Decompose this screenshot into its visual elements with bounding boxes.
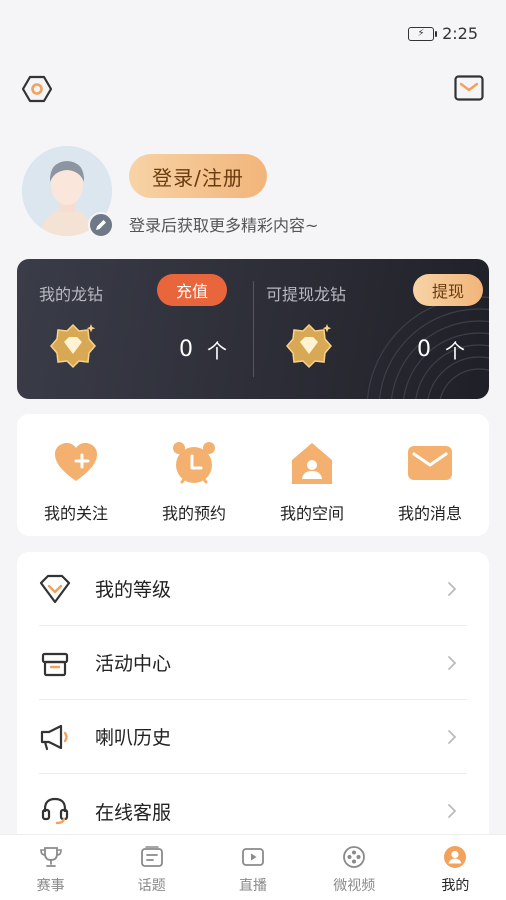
quick-action-messages[interactable]: 我的消息 [371, 414, 489, 536]
battery-icon: ⚡ [408, 26, 438, 41]
message-button[interactable] [454, 74, 484, 102]
bottom-tab-bar: 赛事 话题 直播 微视频 我的 [0, 834, 506, 900]
menu-list: 我的等级 活动中心 喇叭历史 在线客服 [17, 552, 489, 852]
my-diamonds-label: 我的龙钻 [39, 285, 104, 304]
tab-label: 直播 [239, 878, 267, 894]
withdrawable-diamonds-label: 可提现龙钻 [266, 285, 347, 304]
tab-label: 赛事 [36, 878, 65, 894]
menu-item-horn-history[interactable]: 喇叭历史 [39, 700, 467, 774]
tab-label: 话题 [137, 878, 166, 894]
chevron-right-icon [448, 655, 457, 670]
user-profile-icon [444, 846, 467, 868]
login-register-button[interactable]: 登录/注册 [129, 154, 267, 198]
topic-card-icon [140, 846, 163, 867]
my-diamonds-count: 0 [179, 337, 193, 362]
withdrawable-diamonds-value: 0 个 [417, 335, 465, 364]
tab-micro-video[interactable]: 微视频 [304, 835, 405, 900]
withdrawable-diamonds-panel: 可提现龙钻 提现 0 个 [253, 259, 489, 399]
mail-icon [454, 75, 484, 101]
trophy-icon [39, 847, 62, 867]
menu-item-label: 活动中心 [95, 653, 172, 675]
tab-topics[interactable]: 话题 [101, 835, 202, 900]
chevron-right-icon [448, 581, 457, 596]
menu-item-label: 喇叭历史 [95, 727, 172, 749]
envelope-icon [408, 446, 452, 480]
tab-label: 我的 [441, 878, 470, 894]
wallet-card: 我的龙钻 充值 0 个 可提现龙钻 提现 0 个 [17, 259, 489, 399]
chevron-right-icon [448, 729, 457, 744]
my-diamonds-unit: 个 [207, 339, 227, 363]
heart-plus-icon [55, 443, 97, 481]
status-bar: ⚡ 2:25 [408, 24, 478, 43]
menu-item-label: 在线客服 [95, 801, 172, 824]
withdrawable-diamonds-unit: 个 [445, 339, 465, 363]
house-user-icon [292, 443, 332, 484]
withdrawable-diamonds-count: 0 [417, 337, 431, 362]
quick-actions: 我的关注 我的预约 我的空间 我的消息 [17, 414, 489, 536]
quick-action-label: 我的关注 [43, 504, 108, 523]
gold-diamond-icon [286, 323, 332, 369]
menu-item-label: 我的等级 [95, 579, 172, 601]
pencil-icon [96, 220, 106, 230]
menu-item-activity-center[interactable]: 活动中心 [39, 626, 467, 700]
tab-mine[interactable]: 我的 [405, 835, 506, 900]
tab-label: 微视频 [333, 878, 376, 894]
tab-matches[interactable]: 赛事 [0, 835, 101, 900]
alarm-clock-icon [173, 442, 215, 484]
chevron-right-icon [448, 804, 457, 818]
play-screen-icon [242, 848, 264, 866]
gift-icon [41, 652, 69, 676]
quick-action-space[interactable]: 我的空间 [253, 414, 371, 536]
menu-item-level[interactable]: 我的等级 [39, 552, 467, 626]
diamond-level-icon [39, 574, 71, 603]
settings-button[interactable] [20, 72, 54, 106]
edit-avatar-button[interactable] [88, 212, 114, 238]
hexagon-settings-icon [22, 75, 52, 103]
quick-action-follow[interactable]: 我的关注 [17, 414, 135, 536]
recharge-button[interactable]: 充值 [157, 274, 227, 306]
my-diamonds-panel: 我的龙钻 充值 0 个 [17, 259, 253, 399]
quick-action-label: 我的消息 [397, 504, 462, 523]
my-diamonds-value: 0 个 [179, 335, 227, 364]
withdraw-button[interactable]: 提现 [413, 274, 483, 306]
status-time: 2:25 [442, 24, 478, 43]
headset-icon [41, 797, 69, 825]
gold-diamond-icon [50, 323, 96, 369]
film-reel-icon [343, 846, 366, 868]
megaphone-icon [40, 724, 68, 750]
login-tip-text: 登录后获取更多精彩内容~ [129, 216, 319, 235]
quick-action-reservation[interactable]: 我的预约 [135, 414, 253, 536]
quick-action-label: 我的预约 [161, 504, 226, 523]
profile-section: 登录/注册 登录后获取更多精彩内容~ [22, 146, 492, 246]
quick-action-label: 我的空间 [279, 504, 344, 523]
tab-live[interactable]: 直播 [202, 835, 303, 900]
